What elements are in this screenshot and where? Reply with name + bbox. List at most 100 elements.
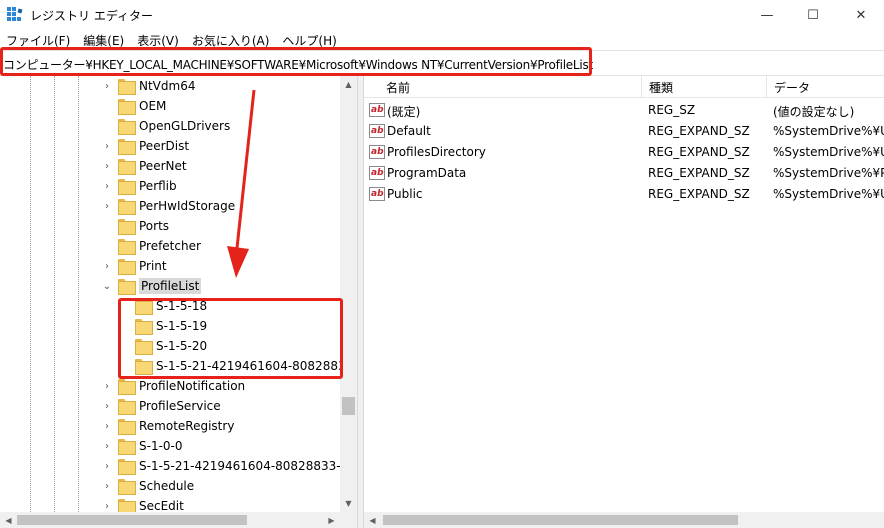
tree-item-label: OpenGLDrivers [139, 119, 231, 133]
scroll-down-icon[interactable]: ▼ [340, 495, 357, 512]
red-arrow-icon [227, 89, 256, 278]
tree-item-s-1-5-21-long[interactable]: › S-1-5-21-4219461604-80828833-14 [101, 456, 356, 476]
folder-icon [118, 199, 136, 215]
folder-icon [118, 379, 136, 395]
string-value-icon: ab [369, 187, 385, 201]
tree-item-label: Print [139, 259, 167, 273]
title-bar: レジストリ エディター — ☐ ✕ [0, 0, 884, 30]
value-data: %SystemDrive%¥Pr [773, 166, 884, 180]
tree-item-profileservice[interactable]: › ProfileService [101, 396, 221, 416]
list-hscroll-thumb[interactable] [383, 515, 738, 525]
expand-icon[interactable]: › [101, 436, 113, 456]
tree-item-label: Ports [139, 219, 170, 233]
column-separator[interactable] [766, 76, 767, 98]
column-separator[interactable] [641, 76, 642, 98]
tree-guide-line [78, 76, 79, 512]
expand-icon[interactable]: › [101, 476, 113, 496]
tree-item-label: ProfileNotification [139, 379, 246, 393]
tree-horizontal-scrollbar[interactable]: ◀ ▶ [0, 512, 357, 528]
tree-item-ntvdm64[interactable]: › NtVdm64 [101, 76, 195, 96]
folder-icon [118, 119, 136, 135]
expand-icon[interactable]: › [101, 196, 113, 216]
column-name-header[interactable]: 名前 [386, 79, 410, 96]
scroll-right-icon[interactable]: ▶ [323, 512, 340, 528]
registry-editor-icon [7, 7, 23, 21]
expand-icon[interactable]: › [101, 156, 113, 176]
maximize-button[interactable]: ☐ [790, 0, 836, 30]
tree-item-ports[interactable]: Ports [101, 216, 169, 236]
expand-icon[interactable]: › [101, 396, 113, 416]
list-row-profilesdirectory[interactable]: ab ProfilesDirectory REG_EXPAND_SZ %Syst… [364, 142, 884, 163]
tree-item-label: PeerNet [139, 159, 187, 173]
tree-item-label: Schedule [139, 479, 195, 493]
collapse-icon[interactable]: ⌄ [101, 276, 113, 296]
scroll-left-icon[interactable]: ◀ [0, 512, 17, 528]
close-button[interactable]: ✕ [838, 0, 884, 30]
expand-icon[interactable]: › [101, 376, 113, 396]
value-name: (既定) [387, 105, 421, 119]
list-row-public[interactable]: ab Public REG_EXPAND_SZ %SystemDrive%¥U [364, 184, 884, 205]
tree-item-label: S-1-5-21-4219461604-80828833-14 [139, 459, 356, 473]
value-type: REG_EXPAND_SZ [648, 124, 750, 138]
tree-item-perflib[interactable]: › Perflib [101, 176, 177, 196]
tree-item-profilenotification[interactable]: › ProfileNotification [101, 376, 245, 396]
list-row-programdata[interactable]: ab ProgramData REG_EXPAND_SZ %SystemDriv… [364, 163, 884, 184]
folder-icon [118, 139, 136, 155]
list-horizontal-scrollbar[interactable]: ◀ [364, 512, 884, 528]
tree-hscroll-thumb[interactable] [17, 515, 247, 525]
close-icon: ✕ [855, 7, 867, 23]
tree-item-perhwidstorage[interactable]: › PerHwIdStorage [101, 196, 235, 216]
tree-item-peerdist[interactable]: › PeerDist [101, 136, 189, 156]
minimize-button[interactable]: — [744, 0, 790, 30]
menu-view[interactable]: 表示(V) [137, 32, 179, 49]
expand-icon[interactable]: › [101, 176, 113, 196]
tree-item-opengldrivers[interactable]: OpenGLDrivers [101, 116, 230, 136]
expand-icon[interactable]: › [101, 456, 113, 476]
value-data: %SystemDrive%¥U [773, 145, 884, 159]
pane-splitter[interactable] [357, 76, 364, 528]
tree-item-profilelist[interactable]: ⌄ ProfileList [101, 276, 202, 296]
tree-guide-line [30, 76, 31, 512]
value-type: REG_EXPAND_SZ [648, 166, 750, 180]
list-row-default-value[interactable]: ab (既定) REG_SZ (値の設定なし) [364, 100, 884, 121]
expand-icon[interactable]: › [101, 136, 113, 156]
tree-item-print[interactable]: › Print [101, 256, 167, 276]
column-data-header[interactable]: データ [774, 79, 810, 96]
value-list-pane: 名前 種類 データ ab (既定) REG_SZ (値の設定なし) ab Def… [364, 76, 884, 528]
window-title: レジストリ エディター [30, 9, 153, 23]
folder-icon [118, 179, 136, 195]
folder-icon [118, 479, 136, 495]
tree-item-label: RemoteRegistry [139, 419, 235, 433]
tree-item-label: SecEdit [139, 499, 184, 513]
menu-edit[interactable]: 編集(E) [83, 32, 124, 49]
folder-icon [118, 499, 136, 515]
scroll-left-icon[interactable]: ◀ [364, 512, 381, 528]
tree-item-oem[interactable]: OEM [101, 96, 166, 116]
column-type-header[interactable]: 種類 [649, 79, 673, 96]
menu-help[interactable]: ヘルプ(H) [282, 32, 336, 49]
value-name: ProgramData [387, 166, 467, 180]
value-data: (値の設定なし) [773, 105, 855, 119]
list-row-default[interactable]: ab Default REG_EXPAND_SZ %SystemDrive%¥U [364, 121, 884, 142]
string-value-icon: ab [369, 124, 385, 138]
maximize-icon: ☐ [807, 7, 819, 23]
menu-file[interactable]: ファイル(F) [6, 32, 70, 49]
tree-scroll-thumb[interactable] [342, 397, 355, 415]
tree-vertical-scrollbar[interactable]: ▲ ▼ [340, 76, 357, 512]
expand-icon[interactable]: › [101, 256, 113, 276]
scroll-up-icon[interactable]: ▲ [340, 76, 357, 93]
folder-icon [118, 459, 136, 475]
folder-icon [118, 219, 136, 235]
value-name: ProfilesDirectory [387, 145, 486, 159]
tree-item-peernet[interactable]: › PeerNet [101, 156, 187, 176]
tree-item-s-1-0-0[interactable]: › S-1-0-0 [101, 436, 183, 456]
tree-item-schedule[interactable]: › Schedule [101, 476, 194, 496]
tree-item-remoteregistry[interactable]: › RemoteRegistry [101, 416, 234, 436]
string-value-icon: ab [369, 103, 385, 117]
menu-favorites[interactable]: お気に入り(A) [192, 32, 270, 49]
tree-item-prefetcher[interactable]: Prefetcher [101, 236, 201, 256]
expand-icon[interactable]: › [101, 416, 113, 436]
value-name: Public [387, 187, 423, 201]
expand-icon[interactable]: › [101, 76, 113, 96]
folder-open-icon [118, 279, 136, 295]
